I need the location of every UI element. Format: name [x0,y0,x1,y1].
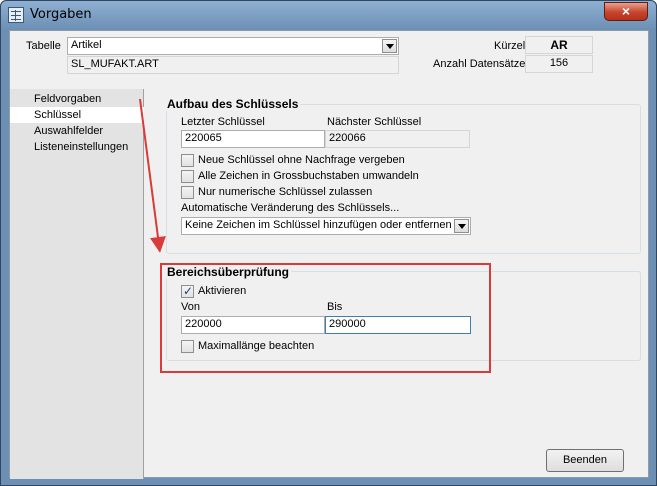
numerisch-label: Nur numerische Schlüssel zulassen [198,186,373,198]
client-area: Tabelle Artikel SL_MUFAKT.ART Kürzel AR … [9,30,649,479]
window-title: Vorgaben [30,7,92,22]
neue-schluessel-checkbox[interactable] [181,154,194,167]
file-name-field: SL_MUFAKT.ART [67,56,399,74]
sidebar-item-feldvorgaben[interactable]: Feldvorgaben [10,91,144,107]
schluessel-group-title: Aufbau des Schlüssels [165,97,301,111]
table-app-icon [8,7,24,23]
kuerzel-label: Kürzel [494,40,526,52]
naechster-field: 220066 [325,130,470,148]
tabelle-dropdown[interactable]: Artikel [67,37,399,55]
sidebar: Feldvorgaben Schlüssel Auswahlfelder Lis… [10,89,144,479]
grossbuchstaben-label: Alle Zeichen in Grossbuchstaben umwandel… [198,170,419,182]
sidebar-item-listeneinstellungen[interactable]: Listeneinstellungen [10,139,144,155]
auto-veraenderung-label: Automatische Veränderung des Schlüssels.… [181,202,400,214]
chevron-down-icon[interactable] [454,219,469,233]
neue-schluessel-label: Neue Schlüssel ohne Nachfrage vergeben [198,154,405,166]
anzahl-value: 156 [525,55,593,73]
letzter-field[interactable]: 220065 [181,130,325,148]
file-name-value: SL_MUFAKT.ART [71,58,159,70]
close-button[interactable]: × [604,2,648,21]
sidebar-item-auswahlfelder[interactable]: Auswahlfelder [10,123,144,139]
chevron-down-icon[interactable] [382,39,397,53]
beenden-button[interactable]: Beenden [546,449,624,472]
naechster-label: Nächster Schlüssel [327,116,422,128]
sidebar-item-schluessel[interactable]: Schlüssel [10,107,144,123]
title-bar[interactable]: Vorgaben × [1,1,656,29]
grossbuchstaben-checkbox[interactable] [181,170,194,183]
auto-veraenderung-dropdown[interactable]: Keine Zeichen im Schlüssel hinzufügen od… [181,217,471,235]
letzter-label: Letzter Schlüssel [181,116,265,128]
anzahl-label: Anzahl Datensätze [433,58,526,70]
dialog-window: Vorgaben × Tabelle Artikel SL_MUFAKT.ART… [0,0,657,486]
tabelle-label: Tabelle [26,40,61,52]
annotation-highlight-box [160,263,491,373]
tabelle-value: Artikel [71,39,102,51]
numerisch-checkbox[interactable] [181,186,194,199]
kuerzel-value: AR [525,36,593,54]
auto-veraenderung-value: Keine Zeichen im Schlüssel hinzufügen od… [185,219,452,231]
